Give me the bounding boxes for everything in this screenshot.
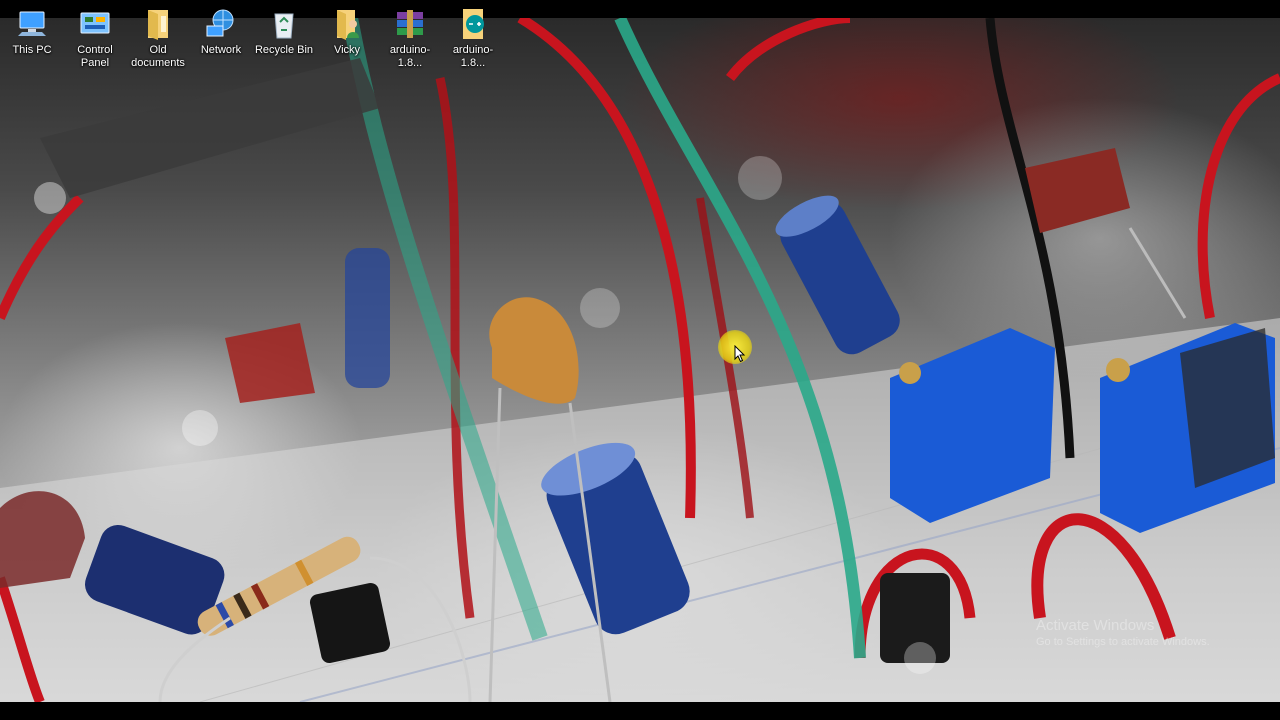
desktop-icon-network[interactable]: Network bbox=[189, 6, 253, 57]
watermark-title: Activate Windows bbox=[1036, 617, 1155, 634]
wallpaper-electronics-photo bbox=[0, 18, 1280, 702]
arduino-file-icon bbox=[463, 9, 484, 39]
desktop-icon-label: Network bbox=[200, 44, 242, 56]
desktop-icon-label: arduino-1.8... bbox=[389, 44, 431, 69]
watermark-subtitle: Go to Settings to activate Windows. bbox=[1036, 636, 1210, 648]
user-folder-icon bbox=[337, 10, 359, 40]
desktop-icon-label: Old documents bbox=[131, 44, 185, 69]
letterbox-bottom bbox=[0, 702, 1280, 720]
desktop-icon-arduino-archive[interactable]: arduino-1.8... bbox=[378, 6, 442, 70]
computer-icon bbox=[18, 11, 46, 36]
desktop-icon-label: Recycle Bin bbox=[254, 44, 314, 56]
control-panel-icon bbox=[80, 12, 110, 34]
activate-windows-watermark: Activate Windows Go to Settings to activ… bbox=[1036, 618, 1210, 650]
desktop-background bbox=[0, 18, 1280, 702]
desktop-icon-arduino-file[interactable]: arduino-1.8... bbox=[441, 6, 505, 70]
desktop-icon-label: arduino-1.8... bbox=[452, 44, 494, 69]
mouse-pointer-icon bbox=[734, 345, 746, 363]
desktop-icon-old-documents[interactable]: Old documents bbox=[126, 6, 190, 70]
desktop-icon-this-pc[interactable]: This PC bbox=[0, 6, 64, 57]
desktop-icon-label: Control Panel bbox=[77, 44, 113, 69]
desktop-icon-label: This PC bbox=[12, 44, 52, 56]
recycle-bin-icon bbox=[274, 13, 294, 39]
network-icon bbox=[206, 9, 234, 37]
winrar-archive-icon bbox=[397, 10, 423, 38]
desktop-icon-label: Vicky bbox=[333, 44, 361, 56]
desktop-icon-recycle-bin[interactable]: Recycle Bin bbox=[252, 6, 316, 57]
desktop-icon-vicky[interactable]: Vicky bbox=[315, 6, 379, 57]
desktop-icon-control-panel[interactable]: Control Panel bbox=[63, 6, 127, 70]
folder-icon bbox=[148, 10, 168, 40]
